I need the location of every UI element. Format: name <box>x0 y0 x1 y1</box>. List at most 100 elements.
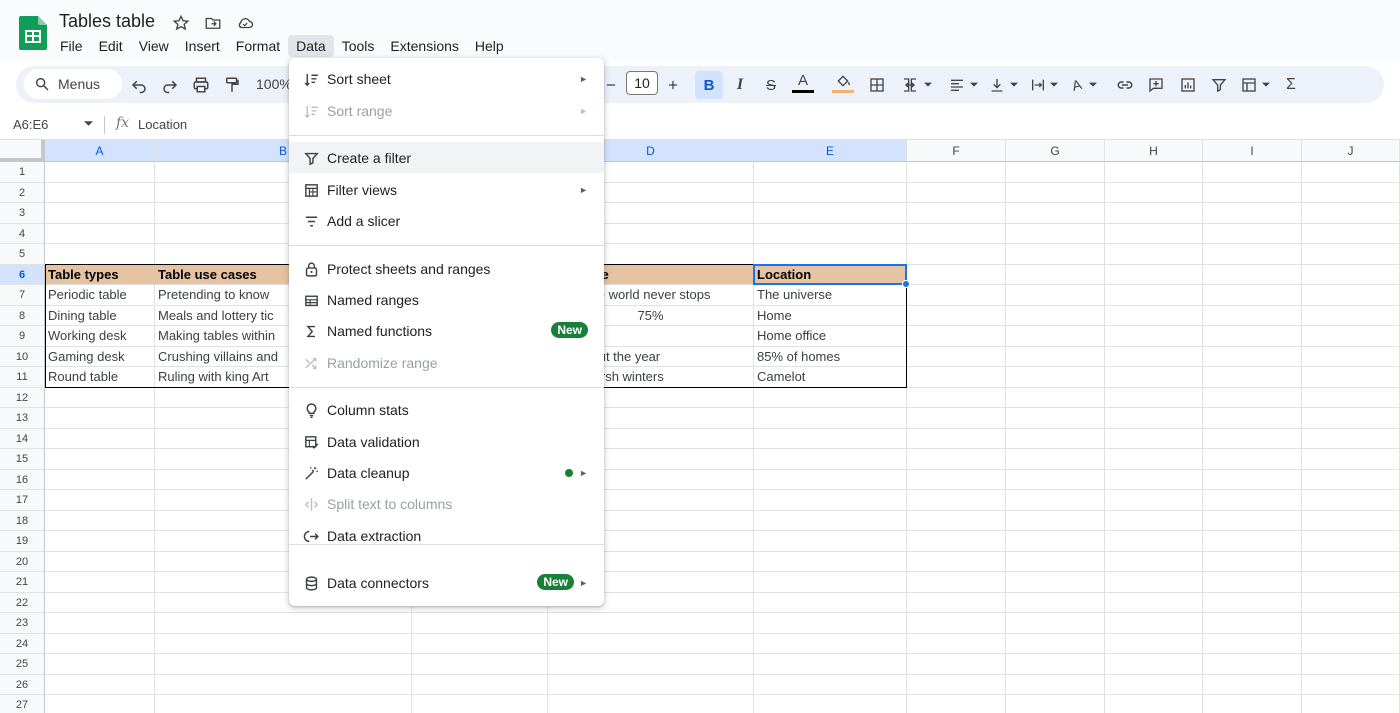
cloud-saved-icon[interactable] <box>234 12 256 34</box>
row-header-15[interactable]: 15 <box>0 449 45 470</box>
select-all-corner[interactable] <box>0 140 45 162</box>
menu-extensions[interactable]: Extensions <box>382 35 466 57</box>
menu-view[interactable]: View <box>131 35 177 57</box>
row-header-12[interactable]: 12 <box>0 387 45 408</box>
row-header-6[interactable]: 6 <box>0 264 45 285</box>
functions-icon[interactable]: Σ <box>1278 72 1304 98</box>
text-color-icon[interactable]: A <box>790 70 816 96</box>
row-header-18[interactable]: 18 <box>0 510 45 531</box>
name-box-dropdown-icon[interactable] <box>84 121 93 127</box>
menu-item-named-ranges[interactable]: Named ranges <box>289 284 604 315</box>
row-header-1[interactable]: 1 <box>0 162 45 183</box>
wrap-dropdown-icon[interactable] <box>1048 72 1060 98</box>
row-header-14[interactable]: 14 <box>0 428 45 449</box>
menu-item-data-cleanup[interactable]: Data cleanup ► <box>289 457 604 488</box>
column-header-i[interactable]: I <box>1203 140 1302 162</box>
bold-icon[interactable]: B <box>695 71 723 99</box>
menu-help[interactable]: Help <box>467 35 512 57</box>
column-header-h[interactable]: H <box>1105 140 1203 162</box>
row-header-27[interactable]: 27 <box>0 695 45 713</box>
merge-cells-icon[interactable] <box>897 72 923 98</box>
column-header-e[interactable]: E <box>754 140 907 162</box>
move-folder-icon[interactable] <box>202 12 224 34</box>
vertical-align-icon[interactable] <box>984 72 1010 98</box>
row-header-24[interactable]: 24 <box>0 633 45 654</box>
menus-search[interactable]: Menus <box>24 69 122 99</box>
star-icon[interactable] <box>170 12 192 34</box>
filter-views-dropdown-icon[interactable] <box>1260 72 1272 98</box>
name-box[interactable]: A6:E6 <box>13 117 48 132</box>
row-header-21[interactable]: 21 <box>0 572 45 593</box>
row-header-4[interactable]: 4 <box>0 223 45 244</box>
insert-link-icon[interactable] <box>1112 72 1138 98</box>
row-header-19[interactable]: 19 <box>0 531 45 552</box>
zoom-select[interactable]: 100% <box>256 76 292 92</box>
font-size-input[interactable]: 10 <box>626 71 658 95</box>
align-left-icon[interactable] <box>944 72 970 98</box>
row-header-5[interactable]: 5 <box>0 244 45 265</box>
menu-item-create-a-filter[interactable]: Create a filter <box>289 142 604 173</box>
row-header-11[interactable]: 11 <box>0 367 45 388</box>
valign-dropdown-icon[interactable] <box>1008 72 1020 98</box>
menu-file[interactable]: File <box>52 35 91 57</box>
menu-item-data-connectors[interactable]: Data connectors New ► <box>289 567 604 598</box>
menu-item-sort-sheet[interactable]: Sort sheet ► <box>289 63 604 94</box>
rotation-dropdown-icon[interactable] <box>1087 72 1099 98</box>
filter-views-icon[interactable] <box>1236 72 1262 98</box>
row-header-20[interactable]: 20 <box>0 551 45 572</box>
spreadsheet-grid[interactable]: ABCDEFGHIJ123456789101112131415161718192… <box>0 140 1400 713</box>
borders-icon[interactable] <box>864 72 890 98</box>
row-header-8[interactable]: 8 <box>0 305 45 326</box>
redo-icon[interactable] <box>157 72 183 98</box>
row-header-7[interactable]: 7 <box>0 285 45 306</box>
row-header-22[interactable]: 22 <box>0 592 45 613</box>
row-header-17[interactable]: 17 <box>0 490 45 511</box>
menu-item-named-functions[interactable]: Named functions New <box>289 315 604 346</box>
sheets-logo-icon[interactable] <box>19 16 47 50</box>
column-header-a[interactable]: A <box>45 140 155 162</box>
menu-bar: File Edit View Insert Format Data Tools … <box>52 35 512 57</box>
menu-item-data-extraction[interactable]: Data extraction <box>289 520 604 551</box>
formula-input[interactable]: Location <box>138 117 187 132</box>
menu-item-label: Data extraction <box>327 527 422 544</box>
undo-icon[interactable] <box>126 72 152 98</box>
document-title[interactable]: Tables table <box>59 11 155 32</box>
menu-insert[interactable]: Insert <box>177 35 228 57</box>
row-header-2[interactable]: 2 <box>0 182 45 203</box>
create-filter-icon[interactable] <box>1206 72 1232 98</box>
menu-format[interactable]: Format <box>228 35 288 57</box>
fill-color-icon[interactable] <box>830 70 856 96</box>
menu-item-add-a-slicer[interactable]: Add a slicer <box>289 205 604 236</box>
menu-data[interactable]: Data <box>288 35 334 57</box>
row-header-3[interactable]: 3 <box>0 203 45 224</box>
insert-chart-icon[interactable] <box>1175 72 1201 98</box>
row-header-23[interactable]: 23 <box>0 613 45 634</box>
menu-edit[interactable]: Edit <box>91 35 131 57</box>
row-header-13[interactable]: 13 <box>0 408 45 429</box>
fill-handle[interactable] <box>902 280 910 288</box>
menu-tools[interactable]: Tools <box>334 35 383 57</box>
column-header-f[interactable]: F <box>907 140 1006 162</box>
print-icon[interactable] <box>188 72 214 98</box>
menu-item-data-validation[interactable]: Data validation <box>289 426 604 457</box>
menu-item-filter-views[interactable]: Filter views ► <box>289 174 604 205</box>
menu-item-randomize-range: Randomize range <box>289 347 604 378</box>
row-header-25[interactable]: 25 <box>0 654 45 675</box>
column-header-g[interactable]: G <box>1006 140 1105 162</box>
column-header-j[interactable]: J <box>1302 140 1400 162</box>
submenu-arrow-icon: ► <box>579 105 588 116</box>
menu-item-column-stats[interactable]: Column stats <box>289 394 604 425</box>
row-header-10[interactable]: 10 <box>0 346 45 367</box>
italic-icon[interactable]: I <box>727 72 753 98</box>
merge-dropdown-icon[interactable] <box>922 72 934 98</box>
row-header-16[interactable]: 16 <box>0 469 45 490</box>
paint-format-icon[interactable] <box>219 72 245 98</box>
menu-item-protect-sheets-and-ranges[interactable]: Protect sheets and ranges <box>289 253 604 284</box>
row-gridline <box>45 468 1400 470</box>
row-header-26[interactable]: 26 <box>0 674 45 695</box>
row-header-9[interactable]: 9 <box>0 326 45 347</box>
insert-comment-icon[interactable] <box>1143 72 1169 98</box>
increase-font-size-icon[interactable] <box>660 72 686 98</box>
strikethrough-icon[interactable]: S <box>758 72 784 98</box>
align-dropdown-icon[interactable] <box>968 72 980 98</box>
